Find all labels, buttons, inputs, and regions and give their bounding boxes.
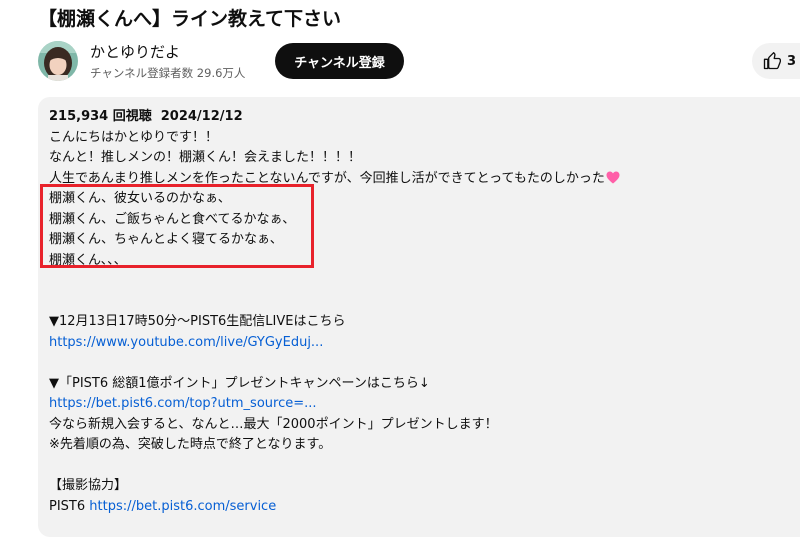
- credit-heading: 【撮影協力】: [49, 478, 128, 493]
- subscriber-count: チャンネル登録者数 29.6万人: [90, 66, 246, 80]
- desc-line: 棚瀬くん、彼女いるのかなぁ、: [49, 191, 231, 206]
- campaign-body: 今なら新規入会すると、なんと…最大「2000ポイント」プレゼントします！: [49, 416, 498, 432]
- desc-line: 人生であんまり推しメンを作ったことないんですが、今回推し活ができてとってもたのし…: [49, 170, 605, 186]
- live-link[interactable]: https://www.youtube.com/live/GYGyEduj...: [49, 333, 620, 354]
- channel-name[interactable]: かとゆりだよ: [90, 42, 180, 62]
- desc-line: なんと！推しメンの！棚瀬くん！会えました！！！！: [49, 150, 362, 165]
- subscribe-button[interactable]: チャンネル登録: [275, 43, 404, 79]
- like-button[interactable]: 3: [752, 43, 800, 79]
- credit-link[interactable]: https://bet.pist6.com/service: [89, 499, 276, 514]
- credit-name: PIST6: [49, 498, 86, 514]
- campaign-link[interactable]: https://bet.pist6.com/top?utm_source=...: [49, 394, 620, 415]
- desc-line: 棚瀬くん､､､: [49, 252, 121, 268]
- campaign-intro: ▼「PIST6 総額1億ポイント」プレゼントキャンペーンはこちら↓: [49, 375, 430, 391]
- upload-date: 2024/12/12: [160, 109, 243, 124]
- description-text: 215,934 回視聴 2024/12/12 こんにちはかとゆりです！！ なんと！…: [49, 107, 620, 517]
- desc-line: 棚瀬くん、ちゃんとよく寝てるかなぁ、: [49, 232, 283, 247]
- campaign-note: ※先着順の為、突破した時点で終了となります。: [49, 437, 332, 452]
- view-meta: 215,934 回視聴 2024/12/12: [49, 107, 620, 128]
- channel-avatar[interactable]: [38, 41, 78, 81]
- avatar-image: [38, 41, 78, 81]
- desc-line: 棚瀬くん、ご飯ちゃんと食べてるかなぁ、: [49, 211, 296, 227]
- view-count: 215,934 回視聴: [49, 109, 152, 124]
- live-intro: ▼12月13日17時50分〜PIST6生配信LIVEはこちら: [49, 314, 346, 329]
- credit-line: PIST6 https://bet.pist6.com/service: [49, 497, 620, 518]
- like-count: 3: [787, 53, 797, 69]
- thumbs-up-icon: [763, 52, 781, 70]
- description-panel[interactable]: 215,934 回視聴 2024/12/12 こんにちはかとゆりです！！ なんと！…: [38, 97, 800, 537]
- pink-heart-icon: [606, 171, 620, 183]
- video-title: 【棚瀬くんへ】ライン教えて下さい: [38, 8, 342, 30]
- desc-line-with-emoji: 人生であんまり推しメンを作ったことないんですが、今回推し活ができてとってもたのし…: [49, 169, 620, 190]
- desc-line: こんにちはかとゆりです！！: [49, 129, 219, 145]
